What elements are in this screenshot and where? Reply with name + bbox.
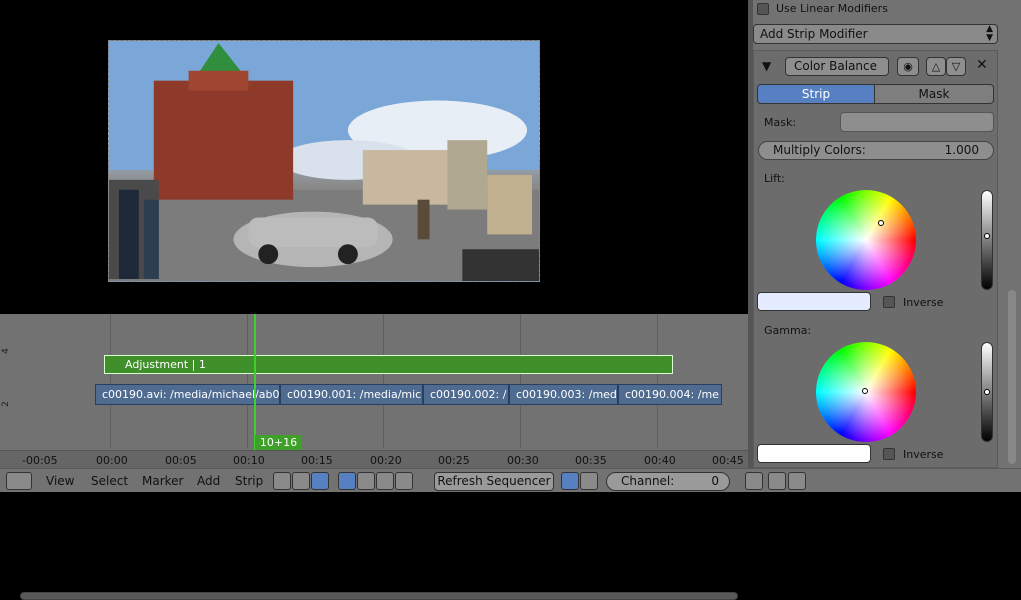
collapse-triangle-icon[interactable]: ▼	[762, 59, 771, 73]
lift-value-slider[interactable]	[981, 190, 993, 290]
use-linear-modifiers-checkbox[interactable]	[757, 3, 769, 15]
overlay-toggle-icon[interactable]	[561, 472, 579, 490]
lift-color-wheel[interactable]	[816, 190, 916, 290]
preview-view-icon[interactable]	[292, 472, 310, 490]
panel-scrollbar[interactable]	[1008, 290, 1016, 464]
mask-field[interactable]	[840, 112, 994, 132]
sequencer-timeline[interactable]: 4 2 Adjustment | 1 c00190.avi: /media/mi…	[0, 314, 748, 600]
channel-value: 0	[711, 474, 719, 488]
gamma-label: Gamma:	[764, 324, 812, 337]
menu-marker[interactable]: Marker	[142, 474, 183, 488]
waveform-icon[interactable]	[357, 472, 375, 490]
preview-image	[108, 40, 540, 282]
movie-strip[interactable]: c00190.003: /medi	[509, 384, 618, 405]
multiply-colors-label: Multiply Colors:	[773, 143, 866, 157]
menu-strip[interactable]: Strip	[235, 474, 263, 488]
mask-label: Mask:	[764, 116, 797, 129]
menu-add[interactable]: Add	[197, 474, 220, 488]
movie-strip-label: c00190.003: /medi	[516, 388, 618, 401]
ruler-tick: 00:35	[575, 454, 607, 467]
sequencer-header: View Select Marker Add Strip Refresh Seq…	[0, 468, 1021, 492]
lift-wheel-cursor[interactable]	[878, 220, 884, 226]
lift-slider-handle[interactable]	[984, 233, 990, 239]
ghost-icon[interactable]	[745, 472, 763, 490]
multiply-colors-field[interactable]: Multiply Colors: 1.000	[758, 141, 994, 160]
tab-mask[interactable]: Mask	[874, 84, 994, 104]
add-strip-modifier-label: Add Strip Modifier	[760, 27, 868, 41]
movie-strip[interactable]: c00190.001: /media/mic	[280, 384, 423, 405]
vectorscope-icon[interactable]	[376, 472, 394, 490]
histogram-icon[interactable]	[395, 472, 413, 490]
ruler-tick: 00:00	[96, 454, 128, 467]
current-frame-badge: 10+16	[255, 435, 302, 450]
gamma-inverse-label: Inverse	[903, 448, 944, 461]
movie-strip-label: c00190.002: /	[430, 388, 507, 401]
gamma-color-swatch[interactable]	[757, 444, 871, 463]
channel-label-4: 4	[0, 348, 11, 354]
movie-strip-label: c00190.001: /media/mic	[287, 388, 422, 401]
ruler-tick: 00:20	[370, 454, 402, 467]
movie-strip-label: c00190.004: /me	[625, 388, 719, 401]
ruler-tick: 00:10	[233, 454, 265, 467]
lift-inverse-label: Inverse	[903, 296, 944, 309]
channel-label-2: 2	[0, 401, 11, 407]
safe-areas-icon[interactable]	[580, 472, 598, 490]
editor-type-icon[interactable]	[6, 472, 32, 490]
move-up-icon[interactable]: △	[926, 57, 946, 76]
ruler-tick: 00:15	[301, 454, 333, 467]
sequencer-preview-view-icon[interactable]	[311, 472, 329, 490]
move-down-icon[interactable]: ▽	[946, 57, 966, 76]
ruler-tick: 00:05	[165, 454, 197, 467]
ruler-tick: 00:30	[507, 454, 539, 467]
menu-select[interactable]: Select	[91, 474, 128, 488]
adjustment-strip[interactable]: Adjustment | 1	[104, 355, 673, 374]
gamma-inverse-checkbox[interactable]	[883, 448, 895, 460]
tab-strip[interactable]: Strip	[757, 84, 875, 104]
modifier-name-field[interactable]: Color Balance	[785, 57, 889, 76]
camera-icon[interactable]	[768, 472, 786, 490]
movie-strip[interactable]: c00190.004: /me	[618, 384, 722, 405]
eye-icon[interactable]: ◉	[897, 57, 919, 76]
dropdown-arrows-icon: ▲ ▼	[986, 24, 993, 43]
lift-label: Lift:	[764, 172, 785, 185]
lift-color-swatch[interactable]	[757, 292, 871, 311]
menu-view[interactable]: View	[46, 474, 74, 488]
channel-label: Channel:	[621, 474, 675, 488]
sequencer-view-icon[interactable]	[273, 472, 291, 490]
time-ruler[interactable]: -00:05 00:00 00:05 00:10 00:15 00:20 00:…	[0, 450, 748, 600]
gamma-wheel-cursor[interactable]	[862, 388, 868, 394]
ruler-tick: 00:45	[712, 454, 744, 467]
movie-strip[interactable]: c00190.avi: /media/michael/ab08	[95, 384, 280, 405]
multiply-colors-value: 1.000	[944, 143, 979, 157]
sequencer-preview[interactable]	[0, 0, 748, 314]
display-image-icon[interactable]	[338, 472, 356, 490]
gamma-color-wheel[interactable]	[816, 342, 916, 442]
horizontal-scrollbar[interactable]	[20, 592, 738, 600]
clapper-icon[interactable]	[788, 472, 806, 490]
adjustment-strip-label: Adjustment | 1	[125, 358, 206, 371]
ruler-tick: 00:40	[644, 454, 676, 467]
ruler-tick: -00:05	[22, 454, 58, 467]
playhead[interactable]	[254, 314, 256, 450]
use-linear-modifiers-label: Use Linear Modifiers	[776, 2, 888, 15]
gamma-value-slider[interactable]	[981, 342, 993, 442]
close-icon[interactable]: ✕	[976, 57, 988, 73]
add-strip-modifier-dropdown[interactable]: Add Strip Modifier ▲ ▼	[753, 24, 998, 44]
refresh-sequencer-button[interactable]: Refresh Sequencer	[434, 472, 554, 491]
ruler-tick: 00:25	[438, 454, 470, 467]
movie-strip[interactable]: c00190.002: /	[423, 384, 509, 405]
channel-field[interactable]: Channel: 0	[606, 472, 730, 491]
gamma-slider-handle[interactable]	[984, 389, 990, 395]
lift-inverse-checkbox[interactable]	[883, 296, 895, 308]
